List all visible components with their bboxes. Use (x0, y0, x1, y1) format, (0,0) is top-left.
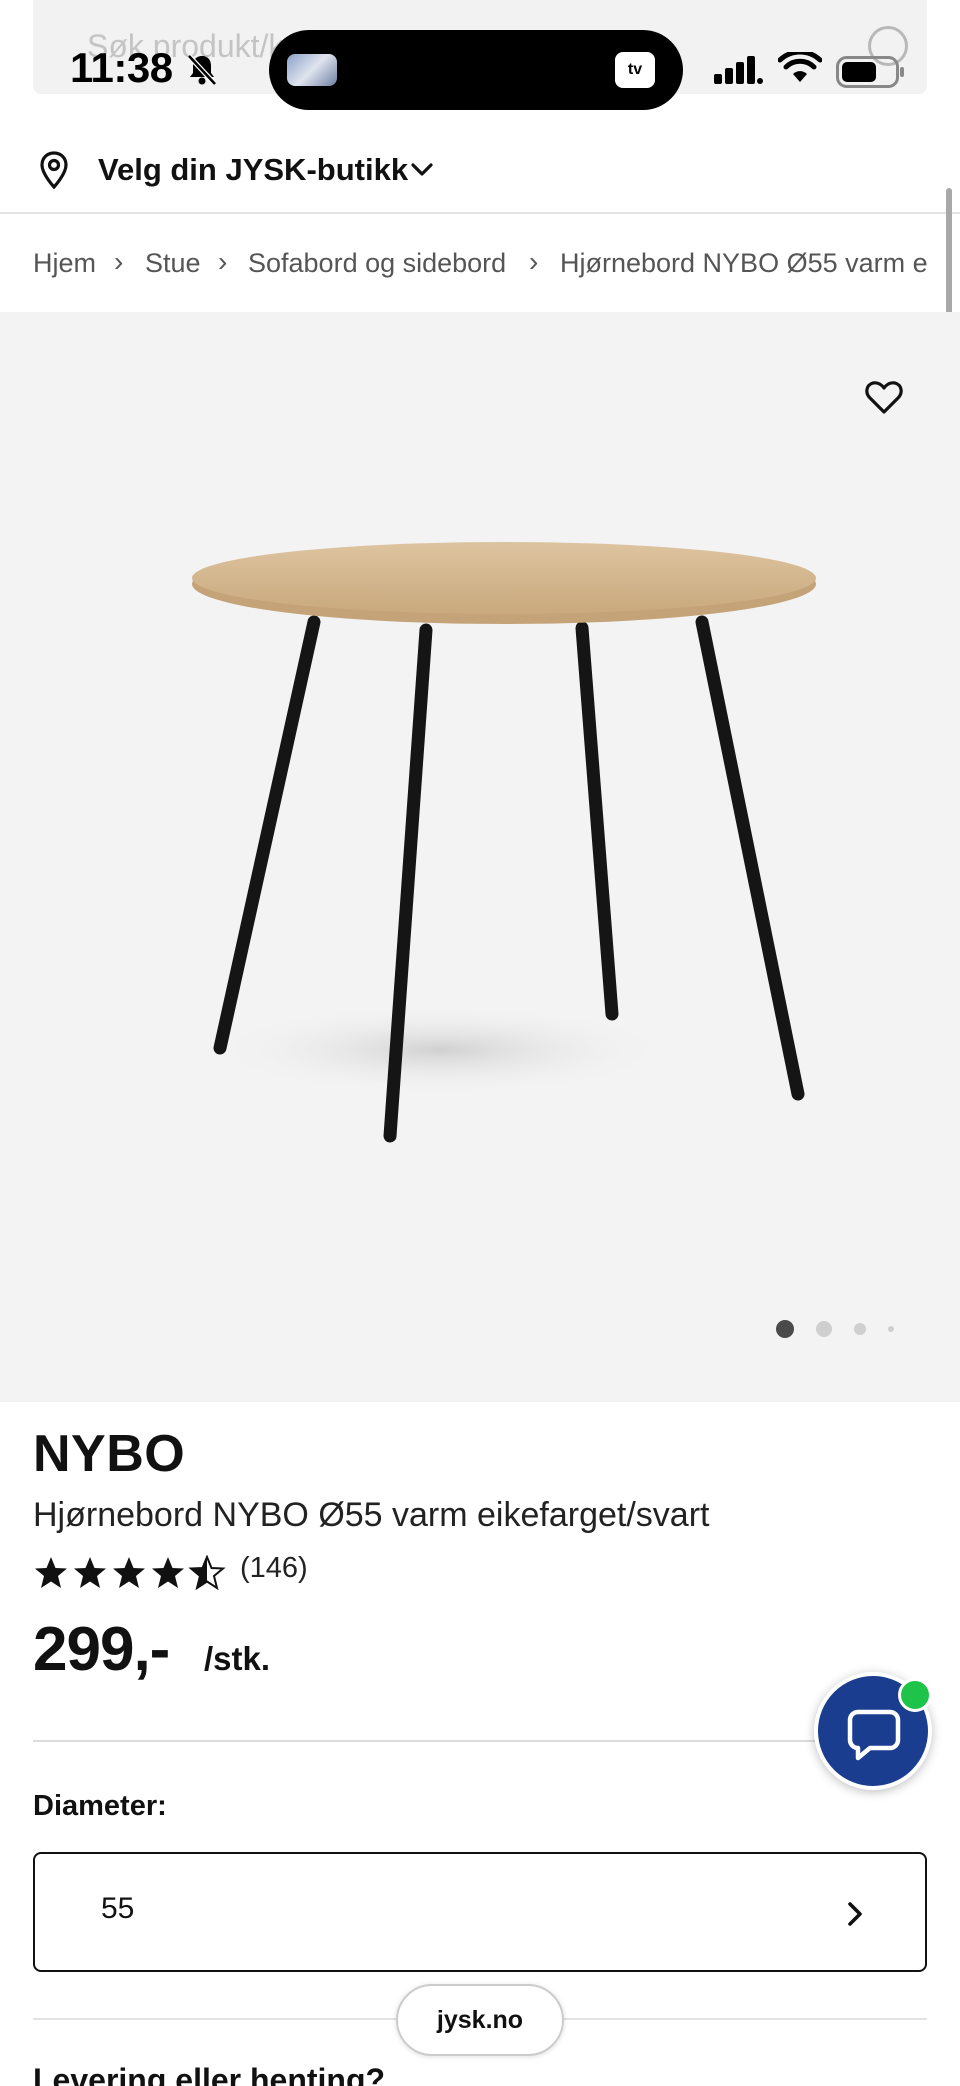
store-selector-label: Velg din JYSK-butikk (98, 152, 409, 187)
cellular-signal-icon (714, 56, 763, 84)
star-icon (113, 1557, 145, 1588)
delivery-heading: Levering eller henting? (33, 2062, 386, 2086)
media-thumbnail-icon (287, 54, 337, 86)
breadcrumb-item-sofabord[interactable]: Sofabord og sidebord (248, 248, 506, 279)
breadcrumb-separator: › (218, 246, 228, 277)
apple-tv-icon: tv (615, 52, 655, 88)
review-count[interactable]: (146) (240, 1552, 308, 1585)
star-icon (152, 1557, 184, 1588)
rating-stars[interactable] (33, 1555, 233, 1591)
breadcrumb-separator: › (529, 246, 539, 277)
option-label: Diameter: (33, 1790, 167, 1822)
favorite-heart-icon[interactable] (864, 378, 904, 416)
divider (33, 1740, 927, 1742)
gallery-dot[interactable] (854, 1323, 866, 1335)
gallery-dot[interactable] (888, 1326, 894, 1332)
dynamic-island: tv (269, 30, 683, 110)
bell-slash-icon (187, 54, 217, 86)
breadcrumb-separator: › (114, 246, 124, 277)
battery-icon (836, 56, 904, 88)
price-unit: /stk. (204, 1640, 271, 1677)
star-icon (35, 1557, 67, 1588)
star-half-icon (190, 1556, 224, 1589)
star-icon (74, 1557, 106, 1588)
gallery-dot[interactable] (816, 1321, 832, 1337)
store-selector[interactable]: Velg din JYSK-butikk (0, 126, 960, 214)
chevron-right-icon (848, 1902, 862, 1926)
chevron-down-icon (411, 163, 433, 176)
breadcrumb: Hjem › Stue › Sofabord og sidebord › Hjø… (0, 216, 960, 312)
product-image (192, 542, 816, 1143)
wifi-icon (778, 52, 822, 82)
chat-bubble-icon (847, 1709, 901, 1761)
product-brand: NYBO (33, 1425, 186, 1483)
breadcrumb-item-current: Hjørnebord NYBO Ø55 varm e (560, 248, 928, 278)
diameter-value: 55 (101, 1892, 135, 1925)
breadcrumb-item-home[interactable]: Hjem (33, 248, 96, 279)
gallery-dot-active[interactable] (776, 1320, 794, 1338)
product-title: Hjørnebord NYBO Ø55 varm eikefarget/svar… (33, 1496, 710, 1534)
status-time: 11:38 (70, 44, 173, 91)
breadcrumb-item-stue[interactable]: Stue (145, 248, 201, 279)
online-status-dot (898, 1678, 932, 1712)
diameter-select[interactable]: 55 (33, 1852, 927, 1972)
location-pin-icon (40, 151, 68, 190)
product-price: 299,- (33, 1615, 170, 1684)
browser-url-pill[interactable]: jysk.no (396, 1984, 564, 2056)
